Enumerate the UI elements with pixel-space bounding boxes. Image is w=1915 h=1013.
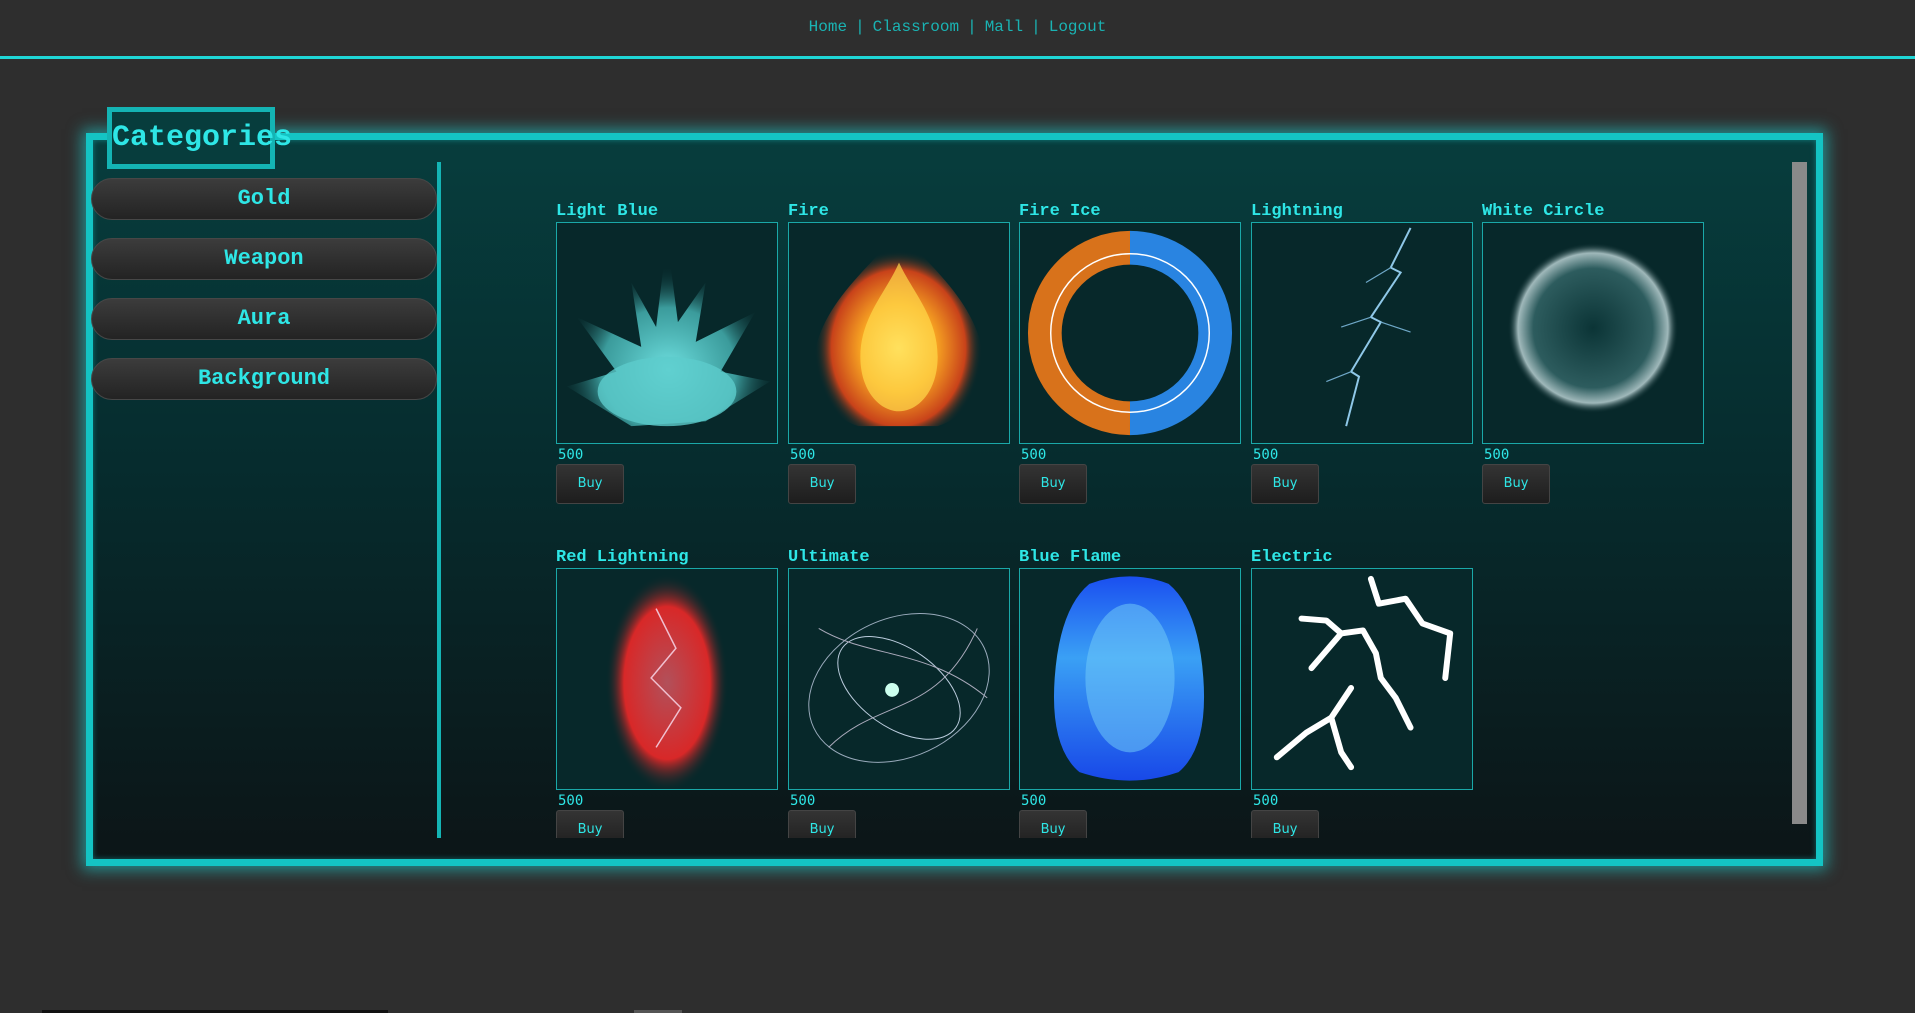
category-sidebar: Gold Weapon Aura Background	[91, 178, 437, 418]
scrollbar[interactable]	[1792, 162, 1807, 824]
product-name: Electric	[1251, 548, 1333, 567]
product-card: Fire Ice 500 Buy	[1019, 200, 1241, 504]
product-price: 500	[1021, 447, 1047, 463]
red-lightning-aura-image	[556, 568, 778, 790]
product-card: Red Lightning 500 Buy	[556, 546, 778, 838]
category-weapon-button[interactable]: Weapon	[91, 238, 437, 280]
product-price: 500	[790, 793, 816, 809]
product-card: Lightning 500 Buy	[1251, 200, 1473, 504]
product-name: White Circle	[1482, 202, 1605, 221]
product-card: Blue Flame 500 Buy	[1019, 546, 1241, 838]
buy-button[interactable]: Buy	[788, 810, 856, 838]
fire-aura-image	[788, 222, 1010, 444]
product-price: 500	[1484, 447, 1510, 463]
buy-button[interactable]: Buy	[1251, 810, 1319, 838]
white-circle-aura-image	[1482, 222, 1704, 444]
product-grid: Light Blue 500 Buy Fire 500 Buy Fire Ice…	[556, 200, 1756, 838]
product-price: 500	[558, 447, 584, 463]
blue-flame-aura-image	[1019, 568, 1241, 790]
ultimate-aura-image	[788, 568, 1010, 790]
top-navigation: Home | Classroom | Mall | Logout	[0, 0, 1915, 59]
nav-logout-link[interactable]: Logout	[1049, 18, 1107, 36]
buy-button[interactable]: Buy	[1482, 464, 1550, 504]
category-aura-button[interactable]: Aura	[91, 298, 437, 340]
product-price: 500	[1253, 447, 1279, 463]
nav-classroom-link[interactable]: Classroom	[873, 18, 959, 36]
buy-button[interactable]: Buy	[1019, 464, 1087, 504]
product-price: 500	[790, 447, 816, 463]
buy-button[interactable]: Buy	[556, 810, 624, 838]
product-name: Fire Ice	[1019, 202, 1101, 221]
product-name: Blue Flame	[1019, 548, 1122, 567]
nav-separator: |	[855, 18, 865, 36]
nav-separator: |	[1031, 18, 1041, 36]
buy-button[interactable]: Buy	[1019, 810, 1087, 838]
fire-ice-aura-image	[1019, 222, 1241, 444]
product-price: 500	[1253, 793, 1279, 809]
product-name: Red Lightning	[556, 548, 689, 567]
product-card: Ultimate 500 Buy	[788, 546, 1010, 838]
nav-separator: |	[967, 18, 977, 36]
categories-title: Categories	[107, 107, 292, 169]
category-gold-button[interactable]: Gold	[91, 178, 437, 220]
light-blue-aura-image	[556, 222, 778, 444]
product-card: Light Blue 500 Buy	[556, 200, 778, 504]
product-card: Fire 500 Buy	[788, 200, 1010, 504]
nav-home-link[interactable]: Home	[809, 18, 847, 36]
product-price: 500	[1021, 793, 1047, 809]
buy-button[interactable]: Buy	[1251, 464, 1319, 504]
product-name: Light Blue	[556, 202, 659, 221]
product-card: Electric 500 Buy	[1251, 546, 1473, 838]
product-card: White Circle 500 Buy	[1482, 200, 1704, 504]
sidebar-divider	[437, 162, 441, 838]
buy-button[interactable]: Buy	[788, 464, 856, 504]
lightning-aura-image	[1251, 222, 1473, 444]
product-price: 500	[558, 793, 584, 809]
buy-button[interactable]: Buy	[556, 464, 624, 504]
product-name: Fire	[788, 202, 829, 221]
product-name: Lightning	[1251, 202, 1343, 221]
nav-mall-link[interactable]: Mall	[985, 18, 1023, 36]
product-name: Ultimate	[788, 548, 870, 567]
category-background-button[interactable]: Background	[91, 358, 437, 400]
electric-aura-image	[1251, 568, 1473, 790]
